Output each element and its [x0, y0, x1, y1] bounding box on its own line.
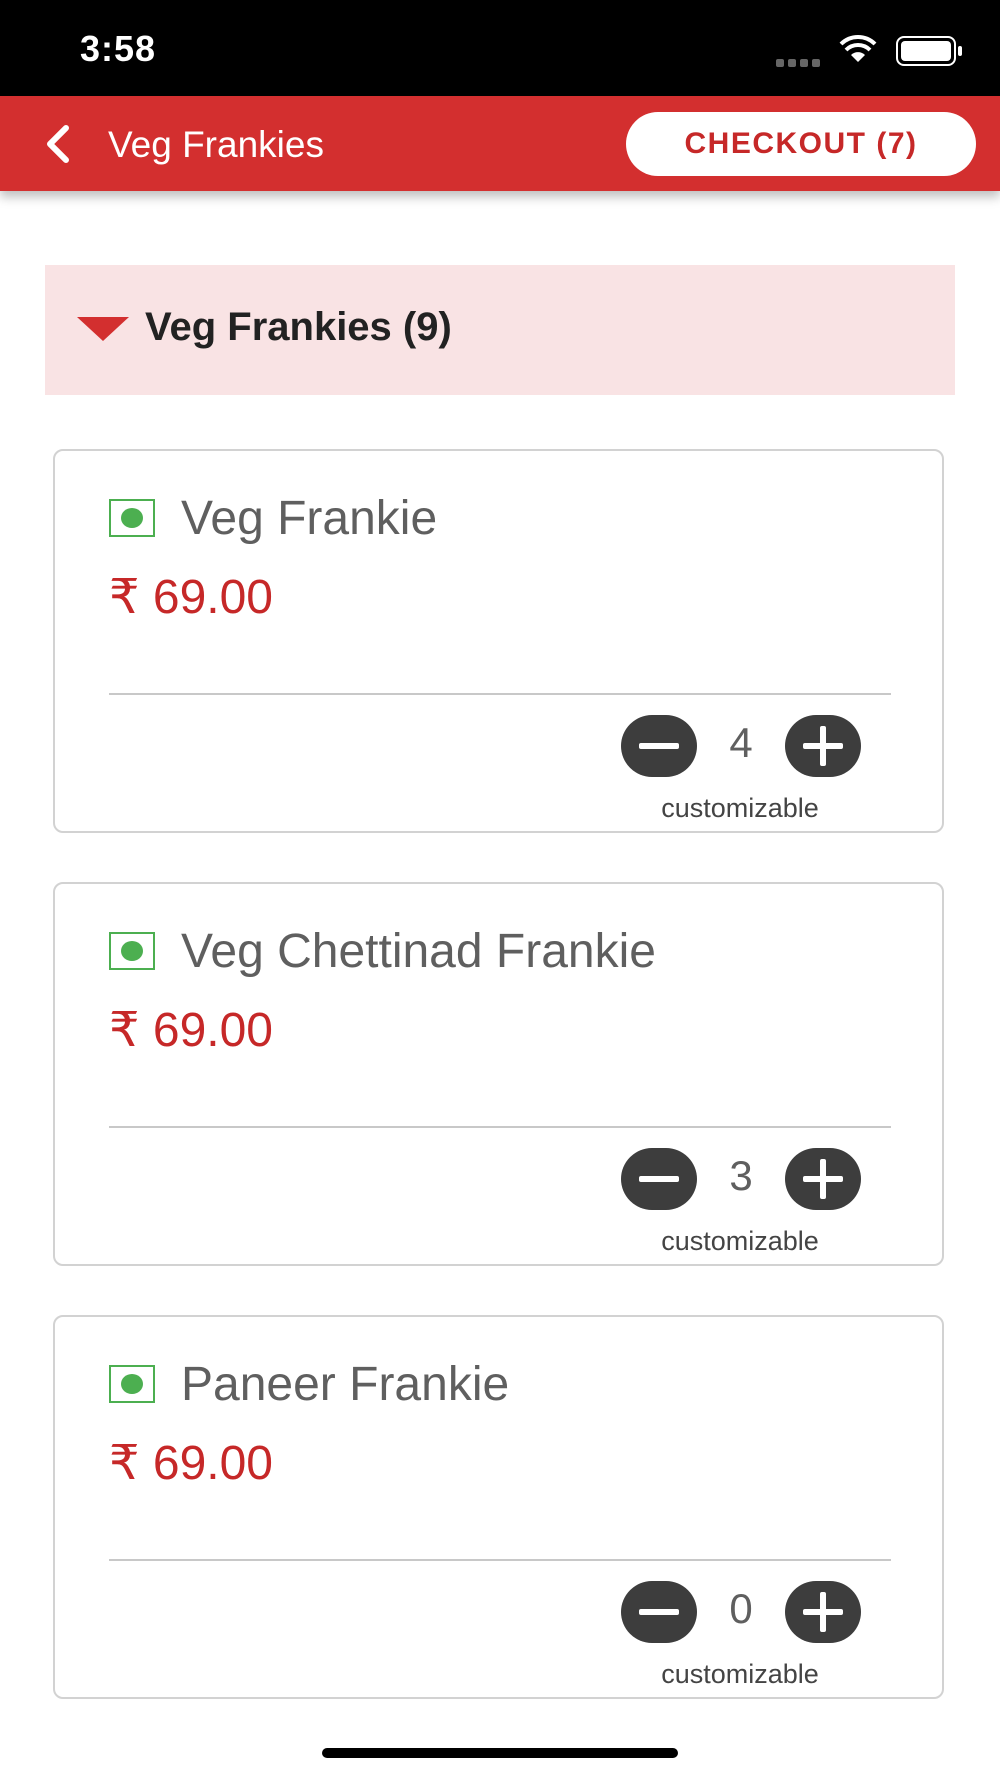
plus-icon: [803, 726, 843, 766]
veg-indicator-icon: [109, 499, 155, 537]
wifi-icon: [839, 34, 877, 62]
customizable-label: customizable: [661, 1226, 819, 1256]
item-price: ₹ 69.00: [109, 1437, 273, 1490]
divider: [109, 1126, 891, 1128]
increase-button[interactable]: [785, 1581, 861, 1643]
home-indicator: [322, 1748, 678, 1758]
increase-button[interactable]: [785, 1148, 861, 1210]
item-name: Veg Chettinad Frankie: [181, 925, 656, 978]
decrease-button[interactable]: [621, 1581, 697, 1643]
page-title: Veg Frankies: [108, 124, 324, 165]
divider: [109, 1559, 891, 1561]
category-title: Veg Frankies (9): [145, 305, 452, 349]
quantity-value: 4: [729, 719, 753, 766]
quantity-stepper: 4: [621, 715, 861, 779]
item-name: Veg Frankie: [181, 492, 438, 545]
veg-indicator-icon: [109, 1365, 155, 1403]
plus-icon: [803, 1159, 843, 1199]
chevron-left-icon: [47, 125, 69, 163]
quantity-stepper: 3: [621, 1148, 861, 1212]
status-bar: 3:58: [0, 0, 1000, 96]
signal-icon: [776, 54, 824, 67]
decrease-button[interactable]: [621, 715, 697, 777]
category-header[interactable]: Veg Frankies (9): [45, 265, 955, 395]
minus-icon: [639, 743, 679, 749]
battery-icon: [896, 36, 962, 66]
increase-button[interactable]: [785, 715, 861, 777]
item-name: Paneer Frankie: [181, 1358, 510, 1411]
quantity-value: 3: [729, 1152, 753, 1199]
divider: [109, 693, 891, 695]
status-icons: [744, 34, 964, 67]
veg-indicator-icon: [109, 932, 155, 970]
status-time: 3:58: [80, 28, 157, 69]
item-card: Paneer Frankie ₹ 69.00 0 customizable: [53, 1315, 944, 1699]
item-card: Veg Frankie ₹ 69.00 4 customizable: [53, 449, 944, 833]
back-button[interactable]: [38, 122, 82, 166]
quantity-stepper: 0: [621, 1581, 861, 1645]
minus-icon: [639, 1609, 679, 1615]
plus-icon: [803, 1592, 843, 1632]
checkout-button[interactable]: CHECKOUT (7): [626, 112, 976, 176]
minus-icon: [639, 1176, 679, 1182]
quantity-value: 0: [729, 1585, 753, 1632]
item-price: ₹ 69.00: [109, 571, 273, 624]
item-card: Veg Chettinad Frankie ₹ 69.00 3 customiz…: [53, 882, 944, 1266]
customizable-label: customizable: [661, 793, 819, 823]
customizable-label: customizable: [661, 1659, 819, 1689]
triangle-down-icon: [77, 317, 129, 341]
decrease-button[interactable]: [621, 1148, 697, 1210]
item-price: ₹ 69.00: [109, 1004, 273, 1057]
nav-bar: Veg Frankies CHECKOUT (7): [0, 96, 1000, 191]
